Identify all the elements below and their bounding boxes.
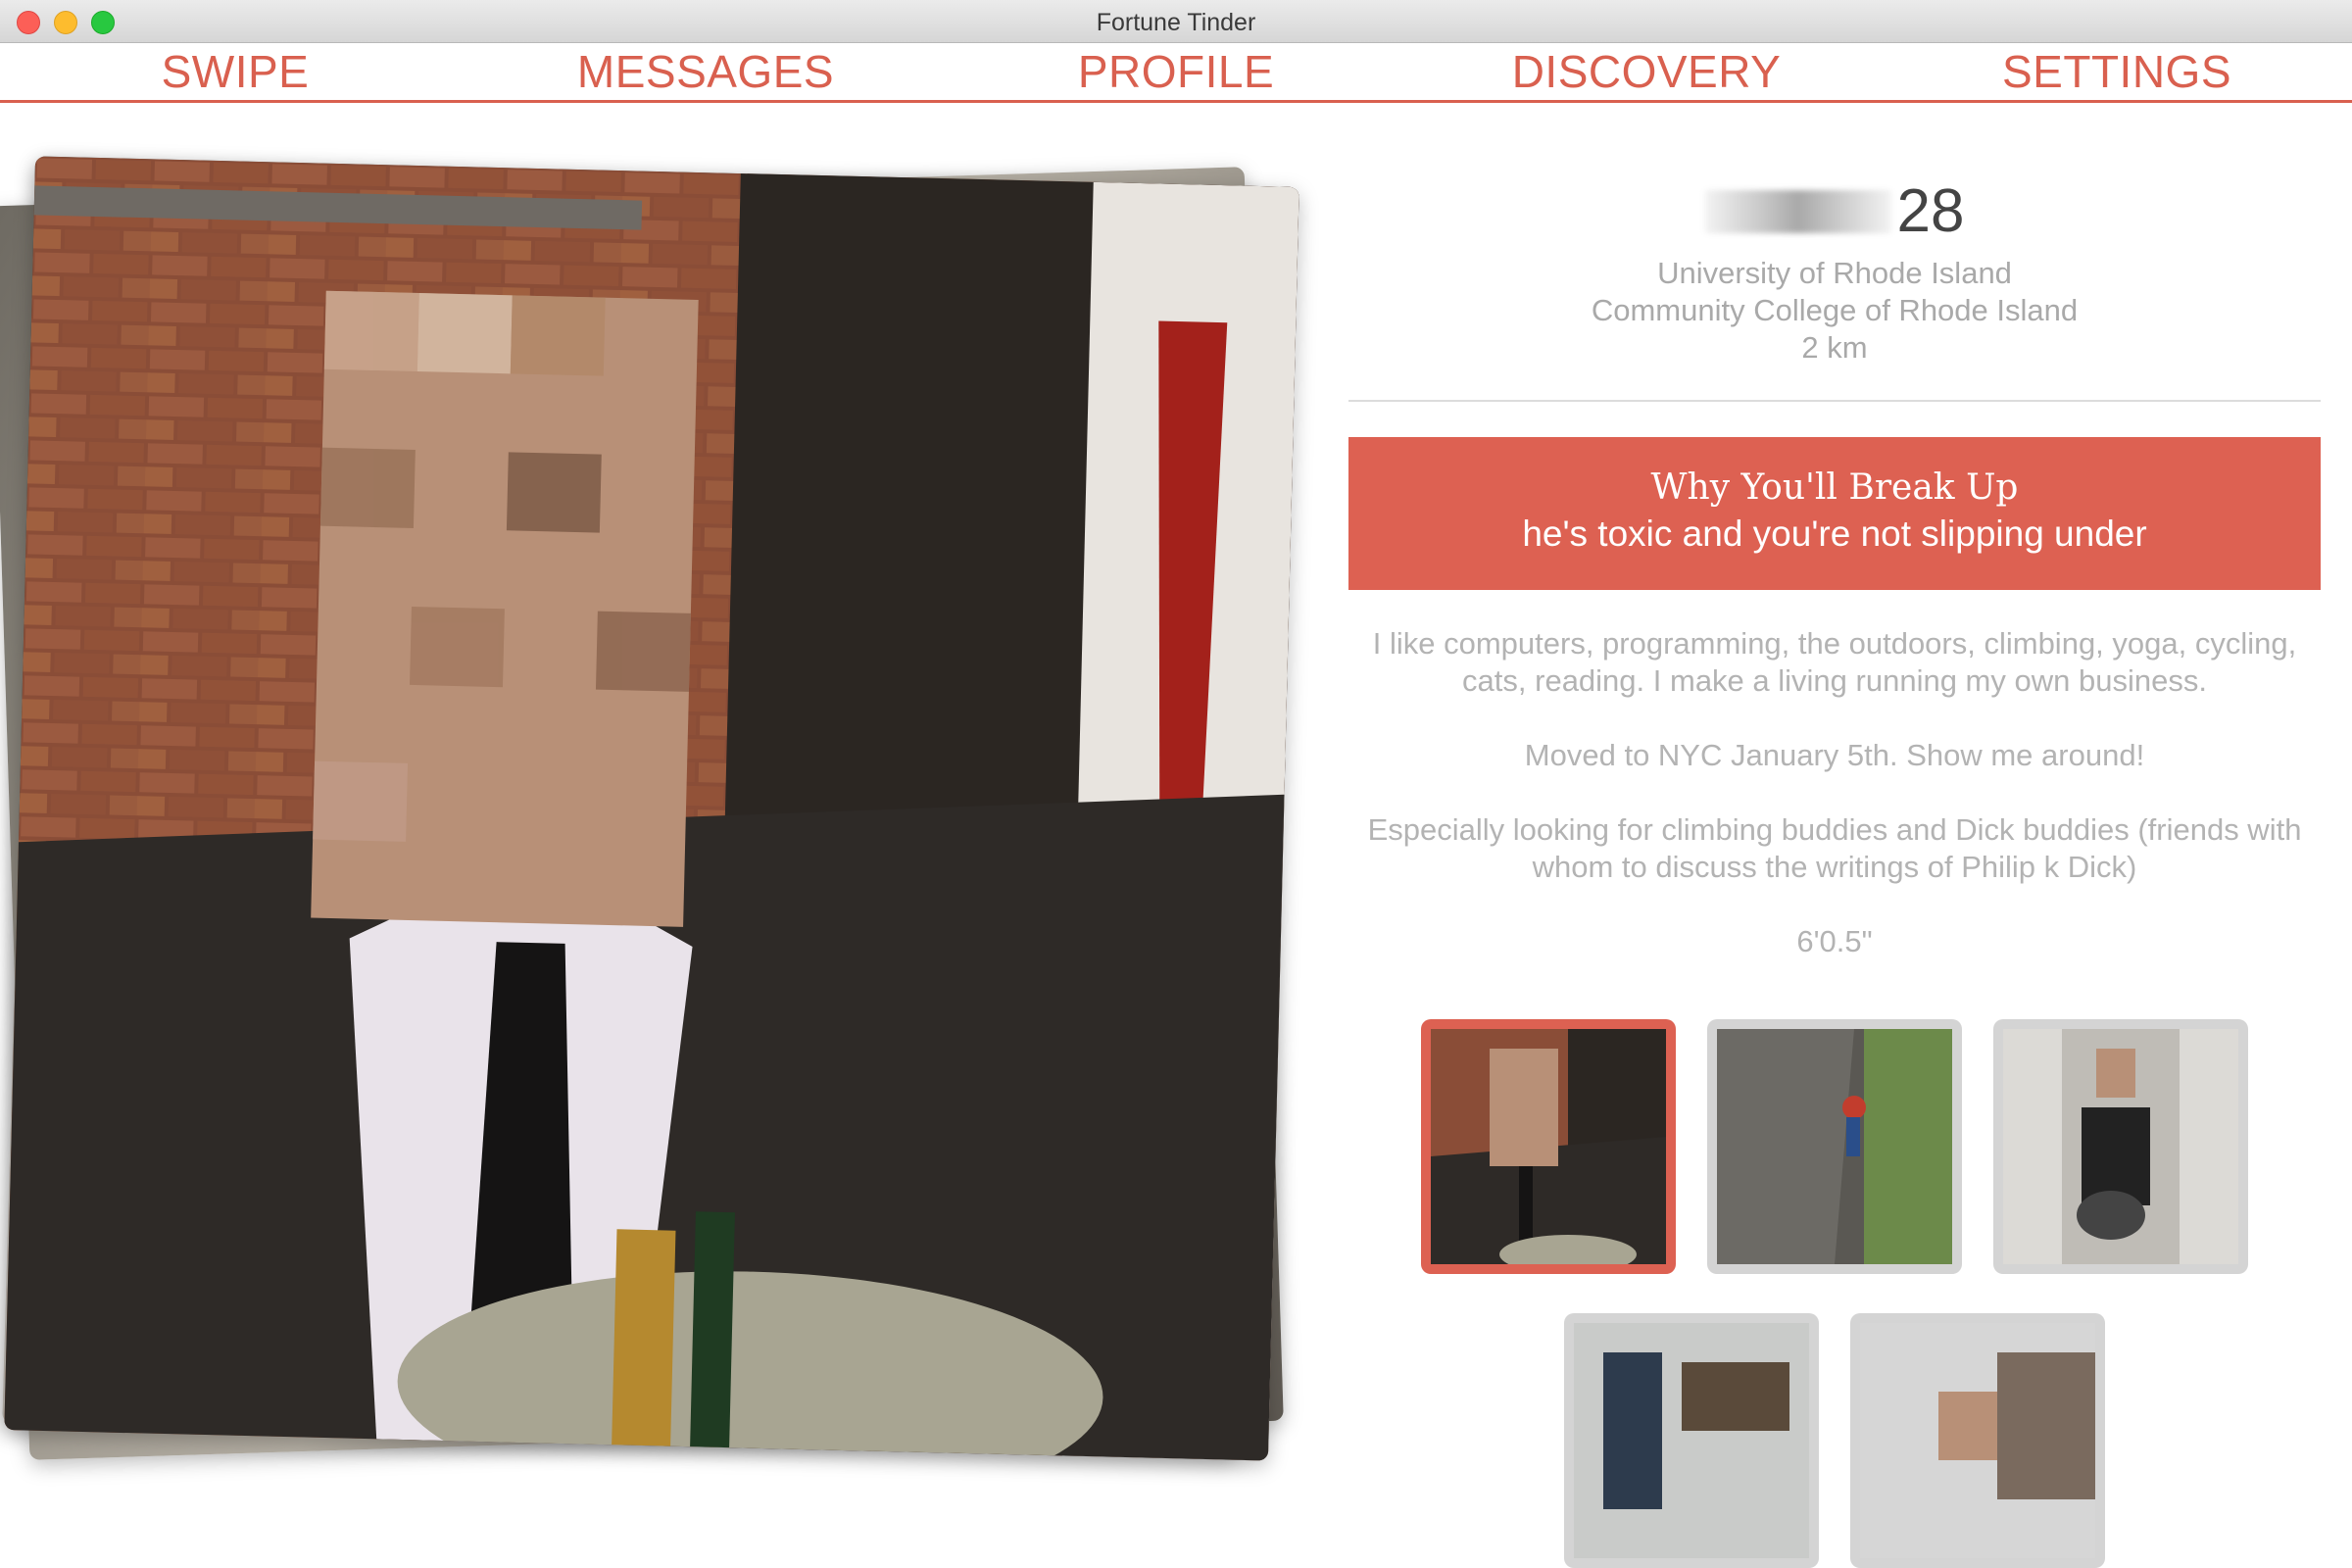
nav-swipe[interactable]: SWIPE <box>0 43 470 100</box>
bio-paragraph: I like computers, programming, the outdo… <box>1372 626 2297 698</box>
selfie-cat-photo-thumbnail-image <box>2003 1029 2238 1264</box>
photo-thumbnail-3[interactable] <box>1993 1019 2248 1274</box>
profile-age: 28 <box>1896 177 1965 245</box>
nav-discovery[interactable]: DISCOVERY <box>1411 43 1882 100</box>
window-titlebar: Fortune Tinder <box>0 0 2352 43</box>
fortune-title: Why You'll Break Up <box>1650 467 2019 508</box>
building-photo-thumbnail-image <box>1860 1323 2095 1558</box>
name-age-row: 28 <box>1348 176 2321 255</box>
profile-distance: 2 km <box>1801 330 1868 365</box>
photo-thumbnail-1[interactable] <box>1421 1019 1676 1274</box>
photo-thumbnail-4[interactable] <box>1564 1313 1819 1568</box>
photo-thumbnail-2[interactable] <box>1707 1019 1962 1274</box>
bio-height: 6'0.5" <box>1796 924 1873 958</box>
profile-school-1: University of Rhode Island <box>1657 256 2012 290</box>
profile-details-panel: 28 University of Rhode Island Community … <box>1348 176 2321 998</box>
profile-photo-image <box>4 156 1299 1461</box>
nav-profile[interactable]: PROFILE <box>941 43 1411 100</box>
break-up-fortune-banner: Why You'll Break Up he's toxic and you'r… <box>1348 437 2321 590</box>
suit-photo-thumbnail-image <box>1431 1029 1666 1264</box>
nav-settings[interactable]: SETTINGS <box>1882 43 2352 100</box>
profile-school-2: Community College of Rhode Island <box>1591 293 2079 327</box>
photo-card-stack[interactable] <box>0 156 1333 1480</box>
redacted-name <box>1704 189 1891 233</box>
bio-paragraph: Especially looking for climbing buddies … <box>1367 812 2302 884</box>
profile-bio: I like computers, programming, the outdo… <box>1348 625 2321 960</box>
window-title: Fortune Tinder <box>1096 9 1256 36</box>
summit-photo-thumbnail-image <box>1574 1323 1809 1558</box>
bio-paragraph: Moved to NYC January 5th. Show me around… <box>1524 738 2145 772</box>
section-divider <box>1348 400 2321 402</box>
main-profile-photo[interactable] <box>4 156 1299 1461</box>
fortune-reason: he's toxic and you're not slipping under <box>1522 514 2147 554</box>
nav-messages[interactable]: MESSAGES <box>470 43 941 100</box>
climbing-photo-thumbnail-image <box>1717 1029 1952 1264</box>
main-nav: SWIPE MESSAGES PROFILE DISCOVERY SETTING… <box>0 43 2352 103</box>
photo-thumbnail-5[interactable] <box>1850 1313 2105 1568</box>
